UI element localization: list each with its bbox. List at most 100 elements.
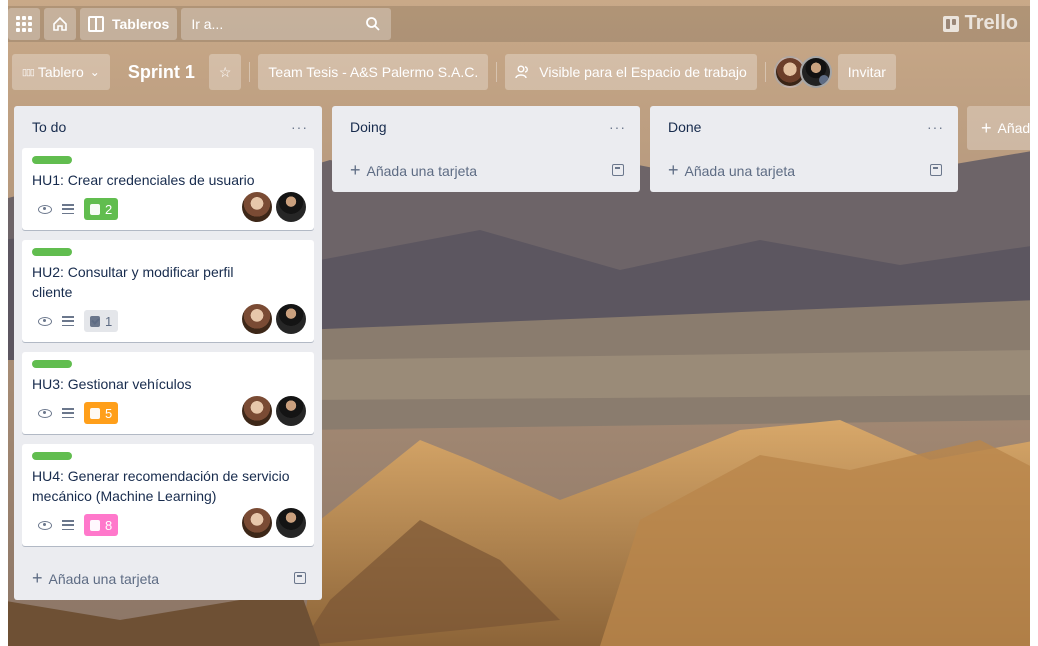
add-card-label: Añada una tarjeta	[366, 162, 478, 179]
trello-logo-icon	[942, 15, 959, 32]
top-navigation-bar: Tableros Ir a... Trello	[8, 6, 1030, 42]
checklist-badge: 5	[84, 402, 119, 424]
template-icon[interactable]	[930, 164, 942, 176]
search-input[interactable]: Ir a...	[181, 8, 392, 40]
visibility-label: Visible para el Espacio de trabajo	[539, 64, 747, 80]
window-edge-right	[1030, 0, 1038, 646]
boards-button[interactable]: Tableros	[80, 8, 178, 40]
invite-button[interactable]: Invitar	[837, 54, 896, 90]
plus-icon: +	[668, 159, 679, 180]
brand-name: Trello	[964, 12, 1018, 34]
plus-icon: +	[32, 567, 43, 588]
list-done: Done ··· + Añada una tarjeta	[650, 106, 958, 192]
add-card-button[interactable]: + Añada una tarjeta	[332, 148, 640, 192]
avatar[interactable]	[799, 56, 832, 88]
description-icon	[62, 316, 74, 326]
eye-icon	[38, 204, 52, 214]
card-label[interactable]	[32, 248, 72, 256]
star-button[interactable]: ☆	[208, 54, 242, 90]
home-icon	[53, 16, 67, 31]
avatar[interactable]	[242, 192, 272, 222]
checklist-count: 2	[105, 201, 113, 217]
board-header: ▯▯▯ Tablero ⌄ Sprint 1 ☆ Team Tesis - A&…	[8, 48, 1030, 96]
card-members	[238, 192, 306, 222]
template-icon[interactable]	[294, 572, 306, 584]
visibility-button[interactable]: Visible para el Espacio de trabajo	[505, 54, 757, 90]
list-to-do: To do ··· HU1: Crear credenciales de usu…	[14, 106, 322, 600]
boards-icon	[88, 16, 104, 32]
avatar[interactable]	[242, 304, 272, 334]
checklist-count: 1	[105, 313, 113, 329]
card-members	[238, 396, 306, 426]
avatar[interactable]	[276, 304, 306, 334]
card-title: HU1: Crear credenciales de usuario	[32, 172, 255, 188]
board-view-switcher[interactable]: ▯▯▯ Tablero ⌄	[12, 54, 110, 90]
search-icon	[366, 17, 380, 31]
card-title: HU2: Consultar y modificar perfil client…	[32, 264, 234, 300]
board-view-icon: ▯▯▯	[22, 66, 35, 77]
people-icon	[515, 65, 529, 79]
card-title: HU3: Gestionar vehículos	[32, 376, 192, 392]
card[interactable]: HU3: Gestionar vehículos 5	[22, 352, 314, 434]
avatar[interactable]	[242, 396, 272, 426]
plus-icon: +	[981, 117, 992, 138]
search-placeholder: Ir a...	[191, 16, 224, 32]
avatar[interactable]	[276, 192, 306, 222]
board-members	[773, 56, 832, 88]
checklist-count: 5	[105, 405, 113, 421]
boards-label: Tableros	[112, 16, 170, 32]
checklist-count: 8	[105, 517, 113, 533]
list-header: Done ···	[650, 106, 958, 148]
description-icon	[62, 520, 74, 530]
add-card-label: Añada una tarjeta	[684, 162, 796, 179]
card-label[interactable]	[32, 156, 72, 164]
board-title[interactable]: Sprint 1	[128, 62, 195, 83]
card-members	[238, 508, 306, 538]
plus-icon: +	[350, 159, 361, 180]
header-divider	[496, 62, 498, 82]
avatar[interactable]	[276, 396, 306, 426]
card-members	[238, 304, 306, 334]
header-divider	[249, 62, 251, 82]
star-icon: ☆	[218, 63, 232, 80]
chevron-down-icon: ⌄	[89, 65, 100, 79]
card-label[interactable]	[32, 452, 72, 460]
eye-icon	[38, 520, 52, 530]
avatar[interactable]	[276, 508, 306, 538]
list-title[interactable]: To do	[32, 119, 66, 135]
workspace-button[interactable]: Team Tesis - A&S Palermo S.A.C.	[258, 54, 489, 90]
list-title[interactable]: Doing	[350, 119, 387, 135]
card[interactable]: HU2: Consultar y modificar perfil client…	[22, 240, 314, 342]
add-list-label: Añada	[997, 120, 1038, 136]
checklist-badge: 2	[84, 198, 119, 220]
home-button[interactable]	[44, 8, 76, 40]
card-label[interactable]	[32, 360, 72, 368]
apps-button[interactable]	[8, 8, 40, 40]
avatar[interactable]	[242, 508, 272, 538]
add-card-button[interactable]: + Añada una tarjeta	[14, 556, 322, 600]
list-title[interactable]: Done	[668, 119, 701, 135]
card[interactable]: HU1: Crear credenciales de usuario 2	[22, 148, 314, 230]
list-menu-icon[interactable]: ···	[291, 119, 308, 135]
add-card-button[interactable]: + Añada una tarjeta	[650, 148, 958, 192]
checklist-icon	[90, 407, 100, 419]
checklist-badge: 8	[84, 514, 119, 536]
list-header: To do ···	[14, 106, 322, 148]
list-header: Doing ···	[332, 106, 640, 148]
checklist-badge: 1	[84, 310, 119, 332]
add-list-button[interactable]: + Añada	[967, 106, 1038, 150]
window-edge-left	[0, 0, 8, 646]
trello-logo[interactable]: Trello	[942, 12, 1018, 35]
description-icon	[62, 408, 74, 418]
add-card-label: Añada una tarjeta	[48, 570, 160, 587]
card[interactable]: HU4: Generar recomendación de servicio m…	[22, 444, 314, 546]
eye-icon	[38, 408, 52, 418]
checklist-icon	[90, 203, 100, 215]
apps-grid-icon	[16, 16, 32, 32]
template-icon[interactable]	[612, 164, 624, 176]
list-menu-icon[interactable]: ···	[927, 119, 944, 135]
description-icon	[62, 204, 74, 214]
board-view-label: Tablero	[37, 64, 84, 80]
list-menu-icon[interactable]: ···	[609, 119, 626, 135]
checklist-icon	[90, 315, 100, 327]
